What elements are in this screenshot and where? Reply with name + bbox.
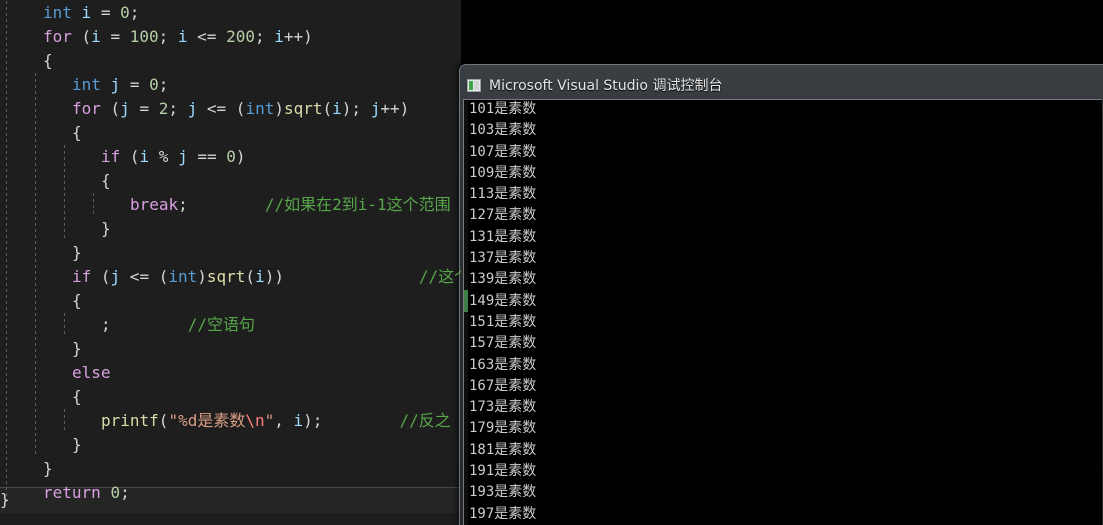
code-line-text: }: [72, 243, 82, 262]
console-output-line: 167是素数: [469, 377, 537, 394]
code-line-text: {: [43, 51, 53, 70]
console-output-line: 149是素数: [469, 292, 537, 309]
console-title-label: Microsoft Visual Studio 调试控制台: [489, 78, 723, 94]
code-line: ; //空语句: [0, 313, 461, 337]
console-app-icon: [467, 78, 481, 92]
code-line: {: [0, 385, 461, 409]
console-output-line: 127是素数: [469, 207, 537, 224]
code-editor-pane[interactable]: int i = 0; for (i = 100; i <= 200; i++) { i…: [0, 0, 461, 525]
code-line: else: [0, 361, 461, 385]
console-output-line: 139是素数: [469, 271, 537, 288]
code-line-text: for (i = 100; i <= 200; i++): [43, 27, 313, 46]
console-output-line: 151是素数: [469, 313, 537, 330]
code-line-text: int i = 0;: [43, 3, 140, 22]
code-line-text: printf("%d是素数\n", i); //反之: [101, 411, 451, 430]
code-line-text: {: [72, 387, 82, 406]
code-line: for (i = 100; i <= 200; i++): [0, 25, 461, 49]
code-line-text: if (i % j == 0): [101, 147, 246, 166]
code-line: }: [0, 457, 461, 481]
code-line-text: {: [72, 291, 82, 310]
console-output-line: 107是素数: [469, 143, 537, 160]
code-line: }: [0, 433, 461, 457]
console-output-line: 163是素数: [469, 356, 537, 373]
code-line: {: [0, 49, 461, 73]
code-line: {: [0, 289, 461, 313]
code-line: if (j <= (int)sqrt(i)) //这个: [0, 265, 461, 289]
code-line: {: [0, 169, 461, 193]
code-line: }: [0, 217, 461, 241]
console-client-area[interactable]: 101是素数 103是素数 107是素数 109是素数 113是素数 127是素数 131是…: [463, 99, 1102, 525]
code-line-text: }: [101, 219, 111, 238]
code-text[interactable]: int i = 0; for (i = 100; i <= 200; i++) { i…: [0, 0, 461, 505]
code-line-text: break; //如果在2到i-1这个范围: [130, 195, 451, 214]
code-line-text: ; //空语句: [101, 315, 255, 334]
code-line: }: [0, 337, 461, 361]
code-line: printf("%d是素数\n", i); //反之: [0, 409, 461, 433]
console-output-line: 109是素数: [469, 164, 537, 181]
code-line: break; //如果在2到i-1这个范围: [0, 193, 461, 217]
code-line: {: [0, 121, 461, 145]
console-scrollbar[interactable]: [464, 100, 468, 525]
console-output-line: 103是素数: [469, 122, 537, 139]
code-line-text: else: [72, 363, 111, 382]
console-output-line: 101是素数: [469, 101, 537, 117]
code-line: if (i % j == 0): [0, 145, 461, 169]
console-output-line: 179是素数: [469, 420, 537, 437]
code-line: int j = 0;: [0, 73, 461, 97]
console-output-line: 131是素数: [469, 228, 537, 245]
code-line-text: if (j <= (int)sqrt(i)) //这个: [72, 267, 461, 286]
console-title-bar[interactable]: Microsoft Visual Studio 调试控制台: [467, 74, 722, 96]
console-output-line: 173是素数: [469, 399, 537, 416]
console-scrollbar-thumb[interactable]: [464, 290, 468, 312]
code-line-text: for (j = 2; j <= (int)sqrt(i); j++): [72, 99, 410, 118]
code-line: }: [0, 241, 461, 265]
current-line-text: }: [0, 490, 10, 509]
code-line-text: }: [72, 435, 82, 454]
code-line: int i = 0;: [0, 1, 461, 25]
code-line: for (j = 2; j <= (int)sqrt(i); j++): [0, 97, 461, 121]
console-output-line: 137是素数: [469, 250, 537, 267]
console-output-line: 181是素数: [469, 441, 537, 458]
code-line-text: {: [101, 171, 111, 190]
console-output-line: 191是素数: [469, 463, 537, 480]
code-line-text: }: [43, 459, 53, 478]
console-output-line: 157是素数: [469, 335, 537, 352]
screen: int i = 0; for (i = 100; i <= 200; i++) { i…: [0, 0, 1103, 525]
console-output-line: 113是素数: [469, 186, 537, 203]
editor-footer-strip: [0, 513, 461, 525]
code-line-text: {: [72, 123, 82, 142]
code-line-text: }: [72, 339, 82, 358]
console-exit-info: E:\ws\.vs\练习\练习1\Debug\练习1.exe (进程 12012…: [469, 485, 988, 525]
code-line-text: int j = 0;: [72, 75, 169, 94]
console-window[interactable]: Microsoft Visual Studio 调试控制台 101是素数 103是…: [459, 64, 1103, 525]
console-output: 101是素数 103是素数 107是素数 109是素数 113是素数 127是素数 131是…: [469, 100, 537, 525]
